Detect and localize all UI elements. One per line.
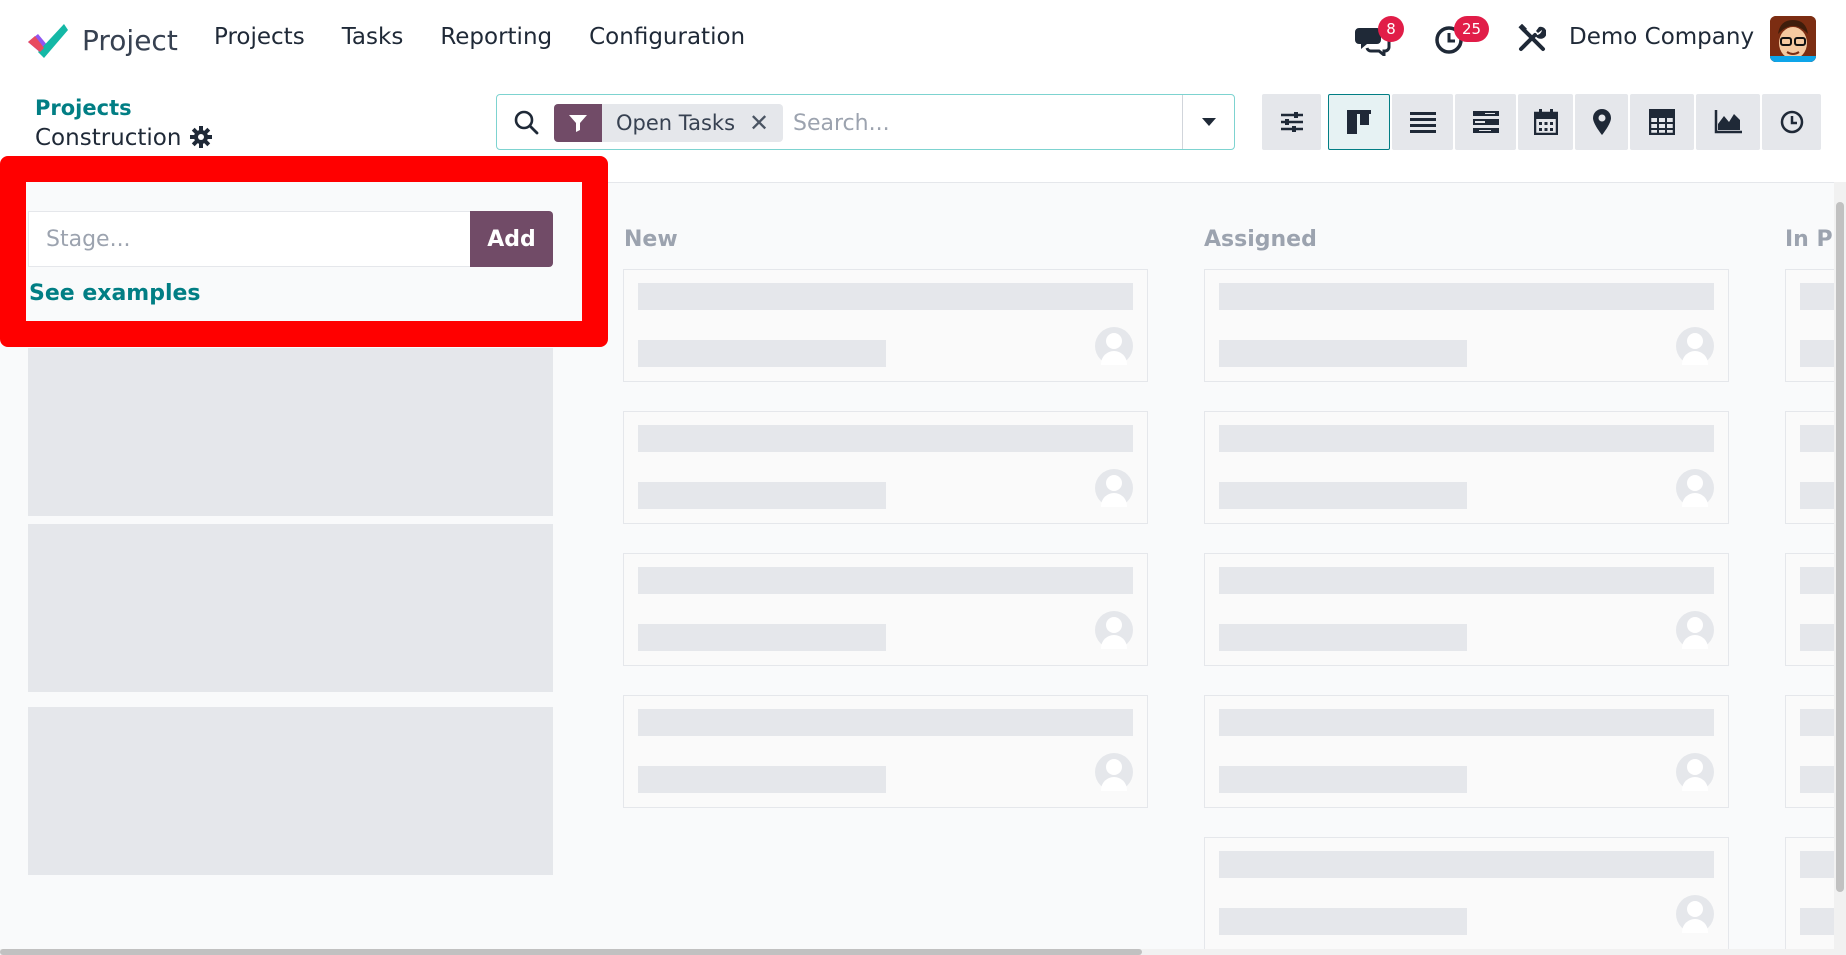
ghost-column-placeholder [28, 707, 553, 875]
area-chart-icon [1714, 110, 1742, 134]
filter-icon [554, 104, 602, 142]
gantt-icon [1472, 111, 1499, 133]
ghost-card [1204, 837, 1729, 950]
breadcrumb-projects-link[interactable]: Projects [35, 96, 132, 120]
kanban-view-button[interactable] [1328, 94, 1390, 150]
list-icon [1409, 112, 1436, 133]
horizontal-scrollbar[interactable] [0, 949, 1834, 955]
ghost-column-placeholder [28, 524, 553, 692]
ghost-card [1204, 553, 1729, 666]
graph-view-button[interactable] [1696, 94, 1760, 150]
search-options-toggle[interactable] [1182, 95, 1234, 149]
vertical-scrollbar[interactable] [1834, 182, 1846, 955]
ghost-card [1204, 269, 1729, 382]
map-marker-icon [1592, 109, 1611, 135]
person-placeholder-icon [1676, 753, 1714, 791]
column-title-new: New [624, 227, 678, 252]
gantt-view-button[interactable] [1455, 94, 1516, 150]
person-placeholder-icon [1676, 895, 1714, 933]
annotation-highlight-box [0, 156, 608, 347]
page-title: Construction [35, 125, 182, 151]
map-view-button[interactable] [1575, 94, 1628, 150]
main-menu: Projects Tasks Reporting Configuration [214, 24, 782, 50]
messages-badge: 8 [1378, 16, 1404, 42]
person-placeholder-icon [1676, 327, 1714, 365]
top-navbar: Project Projects Tasks Reporting Configu… [0, 0, 1846, 78]
person-placeholder-icon [1095, 327, 1133, 365]
pivot-view-button[interactable] [1630, 94, 1694, 150]
person-placeholder-icon [1676, 469, 1714, 507]
ghost-column-placeholder [28, 348, 553, 516]
app-brand[interactable]: Project [26, 20, 178, 60]
ghost-card [623, 269, 1148, 382]
search-icon[interactable] [513, 109, 539, 139]
activity-view-button[interactable] [1762, 94, 1821, 150]
search-facet-open-tasks: Open Tasks ✕ [554, 104, 784, 142]
menu-item-configuration[interactable]: Configuration [589, 24, 745, 50]
ghost-card [1204, 695, 1729, 808]
person-placeholder-icon [1095, 753, 1133, 791]
activities-badge: 25 [1454, 16, 1490, 42]
debug-tools-button[interactable] [1518, 23, 1547, 56]
menu-item-reporting[interactable]: Reporting [440, 24, 552, 50]
company-switcher[interactable]: Demo Company [1569, 24, 1754, 50]
toggle-filters-button[interactable] [1262, 94, 1321, 150]
pivot-table-icon [1649, 109, 1675, 135]
clock-icon [1780, 110, 1803, 134]
column-title-assigned: Assigned [1204, 227, 1317, 252]
sliders-icon [1280, 112, 1303, 132]
caret-down-icon [1201, 118, 1216, 126]
project-app-icon [26, 20, 68, 60]
tools-icon [1518, 23, 1547, 51]
search-input[interactable] [793, 105, 1173, 141]
search-bar: Open Tasks ✕ [496, 94, 1235, 150]
kanban-icon [1347, 110, 1371, 134]
person-placeholder-icon [1095, 611, 1133, 649]
ghost-card [623, 411, 1148, 524]
calendar-view-button[interactable] [1518, 94, 1573, 150]
ghost-card [623, 695, 1148, 808]
project-settings-gear-icon[interactable] [190, 126, 212, 152]
ghost-card [623, 553, 1148, 666]
remove-facet-close-icon[interactable]: ✕ [749, 109, 783, 137]
person-placeholder-icon [1095, 469, 1133, 507]
app-name: Project [82, 23, 178, 57]
menu-item-tasks[interactable]: Tasks [342, 24, 404, 50]
list-view-button[interactable] [1392, 94, 1453, 150]
person-placeholder-icon [1676, 611, 1714, 649]
menu-item-projects[interactable]: Projects [214, 24, 305, 50]
facet-label: Open Tasks [616, 111, 736, 135]
user-avatar[interactable] [1770, 16, 1816, 62]
ghost-card [1204, 411, 1729, 524]
calendar-icon [1533, 109, 1558, 135]
